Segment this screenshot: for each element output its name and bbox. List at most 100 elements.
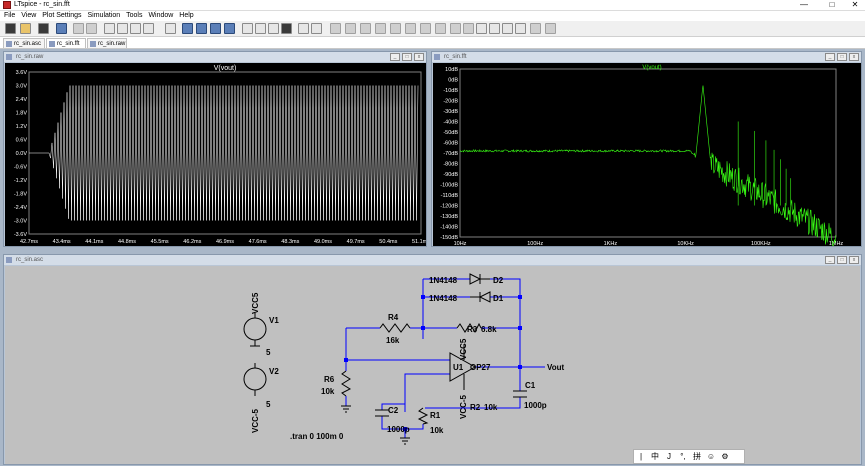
spice-directive[interactable]: .tran 0 100m 0 bbox=[290, 432, 344, 441]
open-folder-icon[interactable] bbox=[20, 23, 31, 34]
inductor-icon[interactable] bbox=[405, 23, 416, 34]
close-all-icon[interactable] bbox=[224, 23, 235, 34]
save-icon[interactable] bbox=[38, 23, 49, 34]
ime-halfwidth-icon[interactable]: J bbox=[662, 450, 676, 463]
print-preview-icon[interactable] bbox=[298, 23, 309, 34]
ime-emoji-icon[interactable]: ☺ bbox=[704, 450, 718, 463]
label-r3: R3 bbox=[467, 325, 478, 334]
new-schematic-icon[interactable] bbox=[5, 23, 16, 34]
label-net-icon[interactable] bbox=[360, 23, 371, 34]
halt-icon[interactable] bbox=[86, 23, 97, 34]
window-minimize-icon[interactable]: _ bbox=[825, 256, 835, 264]
find-icon[interactable] bbox=[281, 23, 292, 34]
ime-punctuation-icon[interactable]: °, bbox=[676, 450, 690, 463]
caption-label: rc_sin.fft bbox=[444, 54, 467, 60]
junction-dot bbox=[518, 326, 522, 330]
schematic-canvas[interactable]: VCC5 V1 5 V2 5 VCC-5 1N4148 D2 1N4148 D1… bbox=[5, 266, 860, 464]
tab-rc-sin-raw[interactable]: rc_sin.raw bbox=[87, 38, 127, 48]
resistor-icon[interactable] bbox=[375, 23, 386, 34]
menu-simulation[interactable]: Simulation bbox=[88, 11, 121, 21]
vout-trace bbox=[29, 85, 419, 221]
window-restore-icon[interactable]: □ bbox=[837, 256, 847, 264]
redo-icon[interactable] bbox=[489, 23, 500, 34]
r4-resistor-symbol bbox=[379, 323, 411, 333]
print-icon[interactable] bbox=[311, 23, 322, 34]
tab-rc-sin-asc[interactable]: rc_sin.asc bbox=[3, 38, 45, 48]
x-tick-label: 46.2ms bbox=[183, 239, 201, 245]
window-restore-icon[interactable]: □ bbox=[402, 53, 412, 61]
x-tick-label: 45.5ms bbox=[151, 239, 169, 245]
wire bbox=[425, 367, 521, 409]
label-r1-value: 10k bbox=[430, 426, 444, 435]
junction-dot bbox=[421, 295, 425, 299]
spice-directive-icon[interactable] bbox=[545, 23, 556, 34]
label-u1: U1 bbox=[453, 363, 464, 372]
zoom-fit-icon[interactable] bbox=[143, 23, 154, 34]
label-v2: V2 bbox=[269, 367, 279, 376]
schematic-svg: VCC5 V1 5 V2 5 VCC-5 1N4148 D2 1N4148 D1… bbox=[243, 273, 565, 445]
menu-file[interactable]: File bbox=[4, 11, 15, 21]
y-tick-label: -40dB bbox=[443, 120, 458, 126]
paste-icon[interactable] bbox=[268, 23, 279, 34]
cut-icon[interactable] bbox=[242, 23, 253, 34]
menu-tools[interactable]: Tools bbox=[126, 11, 142, 21]
tab-rc-sin-fft[interactable]: rc_sin.fft bbox=[46, 38, 86, 48]
window-close-icon[interactable]: x bbox=[849, 256, 859, 264]
draw-wire-icon[interactable] bbox=[330, 23, 341, 34]
menu-view[interactable]: View bbox=[21, 11, 36, 21]
waveform-plot[interactable]: V(vout) 3.6V 3.0V 2.4V 1.8V 1.2V 0.6V 0.0V -0.6V… bbox=[5, 63, 430, 246]
tile-vertical-icon[interactable] bbox=[182, 23, 193, 34]
zoom-in-icon[interactable] bbox=[104, 23, 115, 34]
component-icon[interactable] bbox=[435, 23, 446, 34]
schematic-window: rc_sin.asc _ □ x VCC5 V1 5 V2 5 VCC-5 1N… bbox=[3, 254, 862, 465]
menu-plot-settings[interactable]: Plot Settings bbox=[42, 11, 81, 21]
window-minimize-icon[interactable]: _ bbox=[825, 53, 835, 61]
ime-settings-icon[interactable]: ⚙ bbox=[718, 450, 732, 463]
menu-bar: File View Plot Settings Simulation Tools… bbox=[0, 11, 865, 21]
d2-diode-symbol bbox=[469, 273, 482, 285]
run-icon[interactable] bbox=[73, 23, 84, 34]
menu-window[interactable]: Window bbox=[148, 11, 173, 21]
ime-grip[interactable]: | bbox=[634, 450, 648, 463]
copy-icon[interactable] bbox=[255, 23, 266, 34]
y-tick-label: -130dB bbox=[440, 214, 458, 220]
window-close-icon[interactable]: x bbox=[414, 53, 424, 61]
minimize-button[interactable]: — bbox=[794, 0, 814, 11]
menu-help[interactable]: Help bbox=[179, 11, 193, 21]
move-icon[interactable] bbox=[450, 23, 461, 34]
undo-icon[interactable] bbox=[476, 23, 487, 34]
text-icon[interactable] bbox=[530, 23, 541, 34]
document-tabs: rc_sin.asc rc_sin.fft rc_sin.raw bbox=[0, 37, 865, 49]
ltspice-app-icon bbox=[3, 1, 11, 9]
window-restore-icon[interactable]: □ bbox=[837, 53, 847, 61]
ground-symbol bbox=[341, 405, 351, 413]
ime-pinyin-icon[interactable]: 拼 bbox=[690, 450, 704, 463]
window-minimize-icon[interactable]: _ bbox=[390, 53, 400, 61]
title-bar: LTspice - rc_sin.fft — □ ✕ bbox=[0, 0, 865, 11]
zoom-out-icon[interactable] bbox=[130, 23, 141, 34]
mirror-icon[interactable] bbox=[515, 23, 526, 34]
label-vcc-neg: VCC-5 bbox=[251, 408, 260, 433]
label-d2-model: 1N4148 bbox=[429, 276, 458, 285]
label-op-vcc5: VCC5 bbox=[459, 338, 468, 360]
diode-icon[interactable] bbox=[420, 23, 431, 34]
maximize-button[interactable]: □ bbox=[822, 0, 842, 11]
capacitor-icon[interactable] bbox=[390, 23, 401, 34]
control-panel-icon[interactable] bbox=[56, 23, 67, 34]
close-button[interactable]: ✕ bbox=[845, 0, 865, 11]
ground-icon[interactable] bbox=[345, 23, 356, 34]
fft-plot[interactable]: V(vout) 10dB 0dB -10dB -20dB -30dB -40dB -50dB -… bbox=[433, 63, 861, 247]
label-op27: OP27 bbox=[470, 363, 491, 372]
drag-icon[interactable] bbox=[463, 23, 474, 34]
zoom-pan-icon[interactable] bbox=[117, 23, 128, 34]
y-tick-label: -140dB bbox=[440, 225, 458, 231]
window-close-icon[interactable]: x bbox=[849, 53, 859, 61]
label-c2: C2 bbox=[388, 406, 399, 415]
rotate-icon[interactable] bbox=[502, 23, 513, 34]
tile-horizontal-icon[interactable] bbox=[196, 23, 207, 34]
label-v2-value: 5 bbox=[266, 400, 271, 409]
ime-chinese-mode[interactable]: 中 bbox=[648, 450, 662, 463]
cascade-icon[interactable] bbox=[210, 23, 221, 34]
autorange-icon[interactable] bbox=[165, 23, 176, 34]
x-tick-label: 48.3ms bbox=[281, 239, 299, 245]
